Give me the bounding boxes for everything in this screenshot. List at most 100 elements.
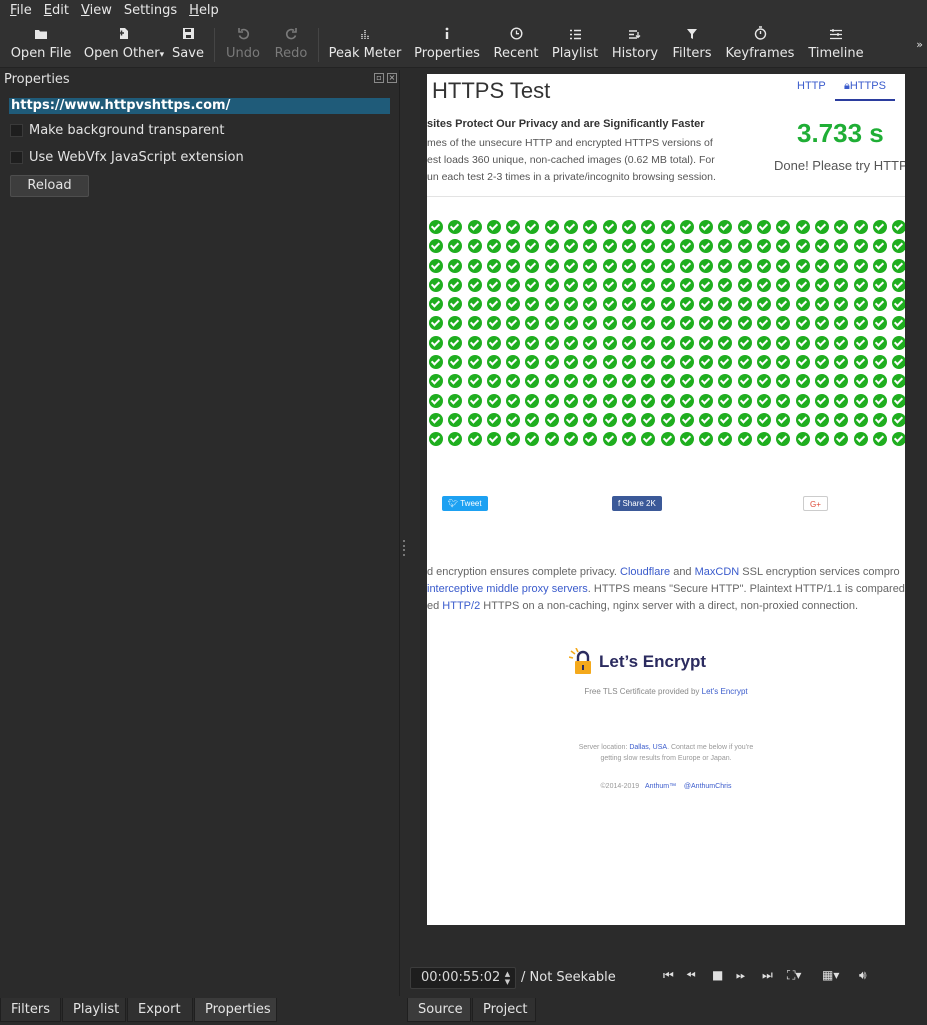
check-icon [602,297,617,312]
check-icon [814,412,829,427]
open-other-icon [118,20,130,42]
check-icon [872,220,887,234]
check-icon [506,277,521,292]
check-icon [699,297,714,312]
check-icon [467,297,482,312]
properties-label: Properties [414,46,480,61]
preview-description: mes of the unsecure HTTP and encrypted H… [427,135,747,186]
undo-button[interactable]: Undo [226,20,260,68]
keyframes-button[interactable]: Keyframes [725,20,795,68]
padlock-icon [569,648,591,674]
save-button[interactable]: Save [172,20,204,68]
fast-forward-icon[interactable]: ⏩︎ [736,968,746,983]
folder-icon [34,20,48,42]
check-icon [853,393,868,408]
history-button[interactable]: History [612,20,658,68]
check-icon [892,412,905,427]
skip-to-start-icon[interactable]: ⏮︎ [663,968,674,983]
spin-down-icon[interactable]: ▼ [502,978,513,986]
tab-properties[interactable]: Properties [194,998,277,1022]
menu-edit[interactable]: Edit [38,3,75,18]
check-icon [834,239,849,254]
check-icon [699,335,714,350]
check-icon [834,316,849,331]
preview-checkmark-grid [427,220,905,450]
check-icon [506,432,521,447]
check-icon [660,335,675,350]
timecode-spinner[interactable]: ▲ ▼ [502,970,513,986]
tab-export[interactable]: Export [127,998,193,1022]
reload-button[interactable]: Reload [10,175,89,197]
transparent-checkbox-label: Make background transparent [29,123,225,138]
check-icon [621,355,636,370]
recent-button[interactable]: Recent [494,20,538,68]
volume-icon[interactable]: 🔊︎ [859,968,867,983]
menu-view[interactable]: View [75,3,118,18]
check-icon [776,374,791,389]
menu-help[interactable]: Help [183,3,225,18]
redo-button[interactable]: Redo [274,20,308,68]
webvfx-checkbox[interactable] [10,151,23,164]
timeline-button[interactable]: Timeline [808,20,864,68]
close-icon[interactable]: × [387,73,397,83]
check-icon [641,220,656,234]
transparent-checkbox[interactable] [10,124,23,137]
check-icon [699,258,714,273]
url-field[interactable]: https://www.httpvshttps.com/ [9,98,390,114]
menubar: File Edit View Settings Help [0,0,927,20]
check-icon [544,412,559,427]
tweet-label: Tweet [460,499,482,508]
spin-up-icon[interactable]: ▲ [502,970,513,978]
check-icon [641,239,656,254]
check-icon [621,277,636,292]
tab-filters[interactable]: Filters [0,998,61,1022]
timecode-field[interactable]: 00:00:55:02 ▲ ▼ [410,967,516,989]
check-icon [795,355,810,370]
webvfx-checkbox-row[interactable]: Use WebVfx JavaScript extension [10,150,244,165]
keyframes-label: Keyframes [725,46,795,61]
properties-button[interactable]: Properties [414,20,480,68]
float-icon[interactable]: ▫ [374,73,384,83]
check-icon [718,393,733,408]
grid-icon[interactable]: ▦▾ [822,968,839,982]
toolbar-overflow-button[interactable]: » [916,38,923,51]
transparent-checkbox-row[interactable]: Make background transparent [10,123,224,138]
menu-file[interactable]: File [4,3,38,18]
check-icon [814,355,829,370]
check-icon [602,258,617,273]
panel-splitter-handle[interactable] [403,540,405,556]
check-icon [892,335,905,350]
check-icon [853,432,868,447]
stop-icon[interactable]: ■ [712,968,723,982]
open-file-button[interactable]: Open File [11,20,71,68]
tab-project[interactable]: Project [472,998,536,1022]
check-icon [795,258,810,273]
filters-button[interactable]: Filters [673,20,711,68]
tab-source[interactable]: Source [407,998,471,1022]
check-icon [679,412,694,427]
menu-settings[interactable]: Settings [118,3,183,18]
check-icon [621,220,636,234]
open-other-button[interactable]: Open Other▾ [84,20,164,68]
zoom-icon[interactable]: ⛶▾ [787,968,801,983]
lets-encrypt-name: Let’s Encrypt [599,652,707,671]
tab-playlist[interactable]: Playlist [62,998,126,1022]
rewind-icon[interactable]: ⏪︎ [686,968,696,983]
peak-meter-icon [359,20,371,42]
peak-meter-button[interactable]: Peak Meter [329,20,401,68]
check-icon [834,220,849,234]
check-icon [872,258,887,273]
webvfx-checkbox-label: Use WebVfx JavaScript extension [29,150,244,165]
check-icon [506,412,521,427]
playlist-button[interactable]: Playlist [552,20,598,68]
check-icon [795,220,810,234]
check-icon [718,220,733,234]
video-preview: HTTPS Test HTTP 🔒︎HTTPS sites Protect Ou… [427,74,905,925]
check-icon [679,355,694,370]
check-icon [834,393,849,408]
check-icon [429,432,443,447]
menu-file-label: ile [16,2,32,18]
check-icon [757,432,772,447]
check-icon [544,297,559,312]
skip-to-end-icon[interactable]: ⏭︎ [762,968,773,983]
